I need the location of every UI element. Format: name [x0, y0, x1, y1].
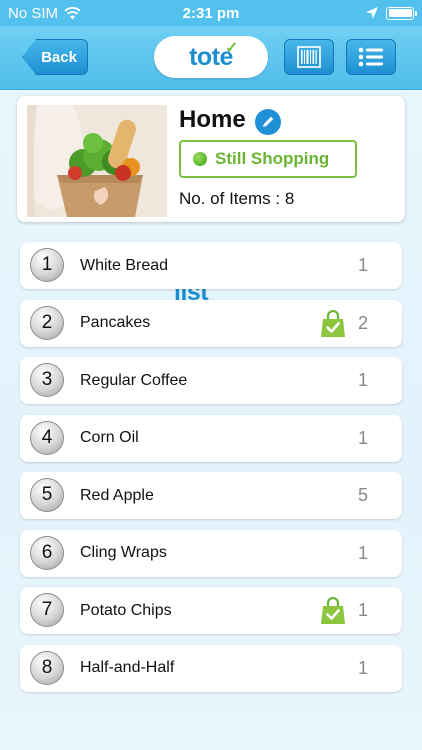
item-quantity: 1 — [357, 657, 368, 678]
item-name: Half-and-Half — [80, 659, 175, 676]
item-number-badge: 4 — [30, 420, 64, 455]
shopping-bag-check-icon — [321, 309, 345, 337]
shopping-list: 1 White Bread 1 2 Pancakes 2 3 Regular C… — [20, 242, 402, 702]
list-icon — [358, 47, 383, 67]
shopping-status-button[interactable]: Still Shopping — [179, 140, 357, 178]
shopping-bag-check-icon — [321, 597, 345, 624]
carrier-group: No SIM — [8, 5, 81, 22]
item-number-badge: 7 — [30, 593, 64, 627]
item-name: White Bread — [80, 256, 169, 274]
item-number-badge: 6 — [30, 535, 64, 570]
item-quantity: 1 — [357, 542, 368, 563]
wifi-icon — [64, 6, 81, 19]
list-item[interactable]: 6 Cling Wraps 1 — [20, 529, 402, 577]
list-item[interactable]: 1 White Bread 1 — [20, 242, 402, 289]
item-quantity: 1 — [357, 600, 368, 620]
list-view-button[interactable] — [346, 39, 396, 75]
list-item[interactable]: 4 Corn Oil 1 — [20, 414, 402, 462]
item-number-badge: 8 — [30, 650, 64, 685]
items-count-value: 8 — [284, 189, 295, 208]
list-header-card: Home Still Shopping No. of Items : 8 — [17, 96, 405, 222]
list-item[interactable]: 5 Red Apple 5 — [20, 472, 402, 519]
item-quantity: 1 — [357, 427, 368, 448]
item-quantity: 1 — [357, 255, 368, 275]
totelist-logo: tote list ✓ — [154, 36, 268, 306]
location-arrow-icon — [366, 7, 378, 19]
item-number-badge: 3 — [30, 363, 64, 397]
item-name: Cling Wraps — [80, 544, 167, 561]
items-count-label: No. of Items : — [179, 189, 285, 208]
list-item[interactable]: 7 Potato Chips 1 — [20, 587, 402, 634]
item-quantity: 1 — [357, 370, 368, 390]
status-right-group — [366, 6, 417, 20]
item-name: Pancakes — [80, 314, 151, 331]
barcode-icon — [297, 46, 321, 68]
items-count: No. of Items : 8 — [179, 189, 294, 209]
grocery-bag-photo — [27, 105, 167, 217]
pencil-glyph — [263, 116, 274, 127]
list-photo — [27, 105, 167, 217]
status-label: Still Shopping — [215, 149, 330, 168]
pencil-icon[interactable] — [255, 109, 281, 135]
item-name: Potato Chips — [80, 601, 172, 619]
item-quantity: 5 — [357, 485, 368, 505]
item-name: Regular Coffee — [80, 371, 188, 389]
item-name: Corn Oil — [80, 429, 139, 446]
barcode-scan-button[interactable] — [284, 39, 334, 75]
status-bar: No SIM 2:31 pm — [0, 0, 422, 26]
back-button[interactable]: Back — [22, 39, 88, 75]
list-item[interactable]: 3 Regular Coffee 1 — [20, 357, 402, 404]
list-item[interactable]: 2 Pancakes 2 — [20, 299, 402, 347]
battery-icon — [386, 6, 417, 20]
item-number-badge: 2 — [30, 305, 64, 340]
list-item[interactable]: 8 Half-and-Half 1 — [20, 644, 402, 692]
list-title: Home — [179, 106, 246, 133]
item-quantity: 2 — [357, 312, 368, 333]
carrier-label: No SIM — [8, 4, 59, 22]
nav-bar: Back tote list ✓ — [0, 26, 422, 306]
item-name: Red Apple — [80, 486, 154, 504]
status-dot-icon — [193, 152, 207, 166]
item-number-badge: 5 — [30, 478, 64, 512]
logo-check-icon: ✓ — [225, 40, 238, 57]
item-number-badge: 1 — [30, 248, 64, 282]
